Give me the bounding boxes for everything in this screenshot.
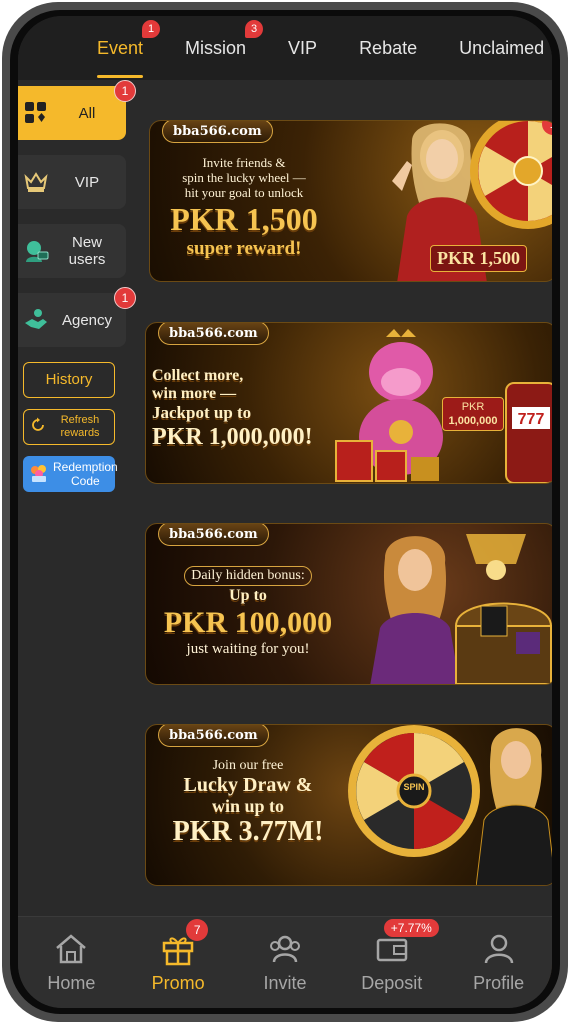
sidebar-item-all-label: All	[78, 104, 96, 122]
svg-text:777: 777	[518, 411, 545, 428]
sidebar-item-all[interactable]: All 1	[18, 80, 136, 140]
sidebar-item-new-users[interactable]: New users	[18, 224, 126, 278]
tab-mission[interactable]: Mission 3	[164, 16, 267, 80]
profile-icon	[449, 929, 549, 969]
tab-mission-badge: 3	[245, 20, 264, 38]
new-user-icon	[22, 237, 50, 265]
nav-home-label: Home	[47, 973, 96, 993]
tab-vip[interactable]: VIP	[267, 16, 338, 80]
nav-home[interactable]: Home	[21, 929, 121, 1008]
refresh-rewards-label: Refresh rewards	[60, 414, 100, 439]
banner-1-line1: Invite friends &	[202, 155, 286, 170]
banner-3-amount: PKR 100,000	[163, 606, 333, 639]
history-button[interactable]: History	[23, 362, 115, 398]
tab-vip-label: VIP	[288, 37, 318, 58]
treasure-chest-graphic	[454, 602, 552, 684]
tab-rebate-label: Rebate	[359, 37, 418, 58]
banner-3-line1: Daily hidden bonus:	[184, 566, 312, 586]
banner-3-line2: Up to	[229, 587, 267, 604]
nav-deposit-bonus-badge: +7.77%	[383, 919, 439, 937]
redemption-code-label: Redemption Code	[53, 460, 118, 488]
banner-logo: bba566.com	[158, 524, 269, 546]
banner-4-line3: win up to	[211, 796, 285, 816]
sidebar-all-badge: 1	[114, 80, 136, 102]
refresh-icon	[30, 417, 46, 437]
lucky-wheel-graphic	[470, 121, 552, 229]
gift-flower-icon	[27, 461, 51, 488]
tab-unclaimed[interactable]: Unclaimed	[438, 16, 552, 80]
crown-icon	[22, 168, 50, 196]
banner-4-copy: Join our free Lucky Draw & win up to PKR…	[148, 757, 348, 848]
home-icon	[21, 929, 121, 969]
tab-rebate[interactable]: Rebate	[338, 16, 438, 80]
banner-1-copy: Invite friends & spin the lucky wheel — …	[154, 155, 334, 260]
top-tab-bar: Event 1 Mission 3 VIP Rebate Unclaimed	[18, 16, 552, 80]
promo-banner-daily-bonus[interactable]: bba566.com Daily hidden bonus: Up to PKR…	[145, 523, 552, 685]
nav-deposit-label: Deposit	[361, 973, 423, 993]
hostess-illustration	[476, 728, 552, 885]
tab-mission-label: Mission	[185, 37, 247, 58]
gift-icon	[128, 929, 228, 969]
phone-frame: Event 1 Mission 3 VIP Rebate Unclaimed A…	[2, 2, 568, 1022]
banner-logo: bba566.com	[158, 323, 269, 345]
wheel-center-label: SPIN	[403, 782, 425, 792]
sidebar-item-vip[interactable]: VIP	[18, 155, 126, 209]
promo-banner-invite[interactable]: bba566.com 1 Invite friends &	[149, 120, 552, 282]
nav-invite[interactable]: Invite	[235, 929, 335, 1008]
bottom-navigation: Home Promo 7 Invite Deposit +7.77% Profi…	[18, 916, 552, 1008]
nav-profile[interactable]: Profile	[449, 929, 549, 1008]
nav-promo[interactable]: Promo 7	[128, 919, 228, 1008]
invite-icon	[235, 929, 335, 969]
banner-1-amount: PKR 1,500	[170, 201, 318, 237]
banner-3-sub: just waiting for you!	[186, 641, 310, 657]
sidebar-item-agency-label: Agency	[61, 311, 113, 329]
promo-banner-jackpot[interactable]: bba566.com Collect more, win more — Jack…	[145, 322, 552, 484]
banner-logo: bba566.com	[158, 725, 269, 747]
banner-2-line3: Jackpot up to	[152, 403, 252, 422]
banner-1-sub: super reward!	[186, 238, 302, 259]
category-sidebar: All 1 VIP New users Agency 1 History Ref…	[18, 80, 136, 492]
banner-4-amount: PKR 3.77M!	[172, 816, 324, 847]
slot-machine-icon: 777	[505, 382, 552, 483]
phone-bezel: Event 1 Mission 3 VIP Rebate Unclaimed A…	[10, 10, 560, 1014]
handshake-icon	[22, 306, 50, 334]
tab-unclaimed-label: Unclaimed	[459, 37, 545, 58]
sidebar-agency-badge: 1	[114, 287, 136, 309]
grid-icon	[22, 99, 50, 127]
banner-4-line1: Join our free	[212, 758, 284, 773]
sidebar-item-agency[interactable]: Agency 1	[18, 287, 136, 347]
nav-profile-label: Profile	[473, 973, 525, 993]
banner-3-copy: Daily hidden bonus: Up to PKR 100,000 ju…	[148, 566, 348, 658]
app-screen: Event 1 Mission 3 VIP Rebate Unclaimed A…	[18, 16, 552, 1008]
banner-4-line2: Lucky Draw &	[183, 774, 313, 796]
redemption-code-button[interactable]: Redemption Code	[23, 456, 118, 492]
sidebar-item-vip-label: VIP	[74, 173, 100, 191]
spin-wheel-graphic	[348, 725, 480, 857]
nav-invite-label: Invite	[263, 973, 307, 993]
refresh-rewards-button[interactable]: Refresh rewards	[23, 409, 115, 445]
nav-promo-label: Promo	[151, 973, 205, 993]
gift-boxes-graphic	[335, 440, 439, 482]
promo-banner-lucky-draw[interactable]: bba566.com Join our free Lucky Draw & wi…	[145, 724, 552, 886]
banner-2-line1: Collect more,	[152, 367, 244, 384]
tab-event-label: Event	[97, 37, 144, 58]
nav-deposit[interactable]: Deposit +7.77%	[342, 919, 442, 1008]
banner-1-line2: spin the lucky wheel —	[182, 170, 306, 185]
banner-logo: bba566.com	[162, 121, 273, 143]
tab-event-badge: 1	[142, 20, 161, 38]
banner-2-tag-top: PKR	[461, 401, 485, 413]
sidebar-item-new-users-label: New users	[68, 234, 106, 268]
banner-2-line2: win more —	[152, 385, 237, 402]
tab-event[interactable]: Event 1	[76, 16, 164, 80]
banner-2-jackpot-tag: PKR 1,000,000	[442, 397, 504, 431]
banner-1-line3: hit your goal to unlock	[184, 185, 304, 200]
banner-1-amount-tag: PKR 1,500	[430, 245, 527, 272]
banner-2-tag-bottom: 1,000,000	[448, 415, 498, 427]
